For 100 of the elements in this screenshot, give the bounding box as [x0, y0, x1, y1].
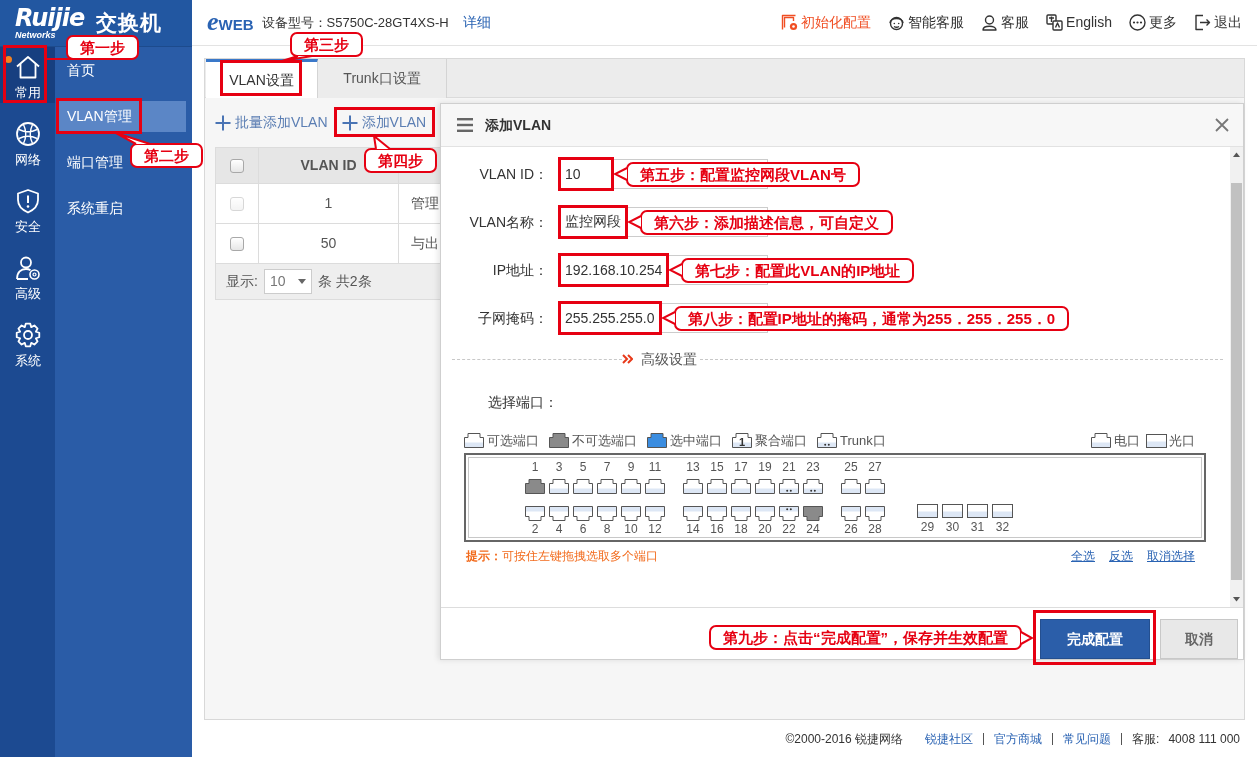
callout-pointer-icon [661, 311, 676, 325]
service-label: 客服: [1132, 730, 1160, 748]
plus-icon [215, 114, 231, 131]
fiber-port-icon[interactable] [992, 504, 1013, 518]
selection-link[interactable]: 全选 [1071, 547, 1095, 565]
menu-icon [457, 118, 473, 132]
ethernet-port-icon[interactable] [730, 478, 752, 495]
port-number: 30 [945, 520, 960, 534]
ethernet-port-icon[interactable] [572, 478, 594, 495]
port-number: 11 [648, 460, 662, 474]
ethernet-port-icon[interactable] [548, 505, 570, 522]
user-icon [981, 14, 999, 31]
port-number: 25 [844, 460, 858, 474]
port-number: 10 [624, 522, 638, 536]
ethernet-port-icon[interactable] [778, 505, 800, 522]
field-label: IP地址： [491, 260, 548, 280]
selection-link[interactable]: 取消选择 [1147, 547, 1195, 565]
table-cell-text: 1 [324, 195, 333, 211]
confirm-button[interactable]: 完成配置 [1040, 619, 1150, 659]
document-gear-icon [781, 14, 799, 31]
ethernet-port-icon[interactable] [754, 478, 776, 495]
tab[interactable]: Trunk口设置 [318, 59, 447, 98]
ethernet-port-icon[interactable] [596, 478, 618, 495]
legend-label: Trunk口 [840, 431, 886, 450]
header-link[interactable]: 更多 [1129, 12, 1177, 33]
ethernet-port-icon[interactable] [778, 478, 800, 495]
header-link[interactable]: 客服 [981, 12, 1030, 33]
ethernet-port-icon[interactable] [682, 505, 704, 522]
globe-icon [14, 121, 41, 147]
nav-item[interactable]: 系统重启 [58, 198, 123, 219]
ethernet-port-icon[interactable] [620, 478, 642, 495]
nav-rail-item[interactable]: 高级 [0, 248, 55, 304]
ethernet-port-icon[interactable] [644, 505, 666, 522]
table-cell-text: 管理 [411, 195, 439, 211]
legend-label: 电口 [1114, 431, 1140, 450]
nav-item[interactable]: VLAN管理 [58, 101, 186, 132]
scrollbar-thumb[interactable] [1231, 183, 1242, 580]
legend-label: 可选端口 [487, 431, 539, 450]
port-number: 12 [648, 522, 662, 536]
ethernet-port-icon[interactable] [682, 478, 704, 495]
ethernet-port-icon[interactable] [524, 505, 546, 522]
ethernet-port-icon[interactable] [644, 478, 666, 495]
selection-link[interactable]: 反选 [1109, 547, 1133, 565]
product-logo: eWEB [207, 8, 254, 37]
toolbar-button[interactable]: 批量添加VLAN [215, 112, 328, 133]
ethernet-port-icon[interactable] [802, 478, 824, 495]
ethernet-port-icon[interactable] [864, 505, 886, 522]
toolbar-button[interactable]: 添加VLAN [341, 112, 427, 133]
footer-link[interactable]: 常见问题 [1063, 729, 1112, 748]
checkbox[interactable] [230, 159, 244, 174]
highlight-frame [558, 205, 628, 239]
header-link[interactable]: 初始化配置 [781, 12, 872, 33]
table-cell-text: 50 [320, 235, 337, 251]
cancel-button[interactable]: 取消 [1160, 619, 1238, 659]
ethernet-port-icon[interactable] [706, 505, 728, 522]
header-link[interactable]: English [1046, 12, 1112, 33]
ethernet-port-icon[interactable] [730, 505, 752, 522]
fiber-port-icon[interactable] [942, 504, 963, 518]
legend-label: 聚合端口 [755, 431, 807, 450]
highlight-frame [3, 45, 47, 103]
ethernet-port-icon[interactable] [840, 505, 862, 522]
fiber-port-icon[interactable] [917, 504, 938, 518]
nav-rail-item[interactable]: 安全 [0, 181, 55, 237]
nav-rail-item[interactable]: 系统 [0, 315, 55, 371]
port-number: 29 [920, 520, 935, 534]
more-icon [1129, 14, 1146, 31]
ethernet-port-icon[interactable] [572, 505, 594, 522]
ethernet-port-icon[interactable] [754, 505, 776, 522]
nav-rail-item[interactable]: 网络 [0, 114, 55, 170]
user-gear-icon [14, 255, 41, 281]
ethernet-port-icon[interactable] [620, 505, 642, 522]
ethernet-port-icon[interactable] [706, 478, 728, 495]
callout: 第五步：配置监控网段VLAN号 [626, 161, 860, 187]
port-number: 16 [710, 522, 724, 536]
ethernet-port-icon[interactable] [596, 505, 618, 522]
page-size-select[interactable]: 10 [263, 269, 312, 294]
callout-pointer-icon [614, 167, 628, 181]
callout-pointer-icon [114, 132, 151, 145]
header-link[interactable]: 退出 [1194, 12, 1242, 33]
ethernet-port-icon[interactable] [864, 478, 886, 495]
close-icon[interactable] [1215, 118, 1229, 132]
checkbox[interactable] [230, 237, 244, 252]
double-chevron-icon [622, 354, 633, 364]
details-link[interactable]: 详细 [462, 12, 491, 33]
highlight-frame [558, 157, 614, 191]
port-number: 22 [782, 522, 796, 536]
port-number: 17 [734, 460, 748, 474]
model-number: S5750C-28GT4XS-H [326, 13, 449, 32]
nav-item[interactable]: 首页 [58, 60, 95, 81]
ethernet-port-icon[interactable] [840, 478, 862, 495]
legend-label: 不可选端口 [572, 431, 637, 450]
port-number: 13 [686, 460, 700, 474]
footer-link[interactable]: 官方商城 [994, 729, 1043, 748]
footer-link[interactable]: 锐捷社区 [925, 729, 974, 748]
callout-pointer-icon [372, 135, 391, 150]
header-link[interactable]: 智能客服 [888, 12, 965, 33]
nav-item[interactable]: 端口管理 [58, 152, 123, 173]
port-number: 7 [603, 460, 611, 474]
ethernet-port-icon[interactable] [548, 478, 570, 495]
fiber-port-icon[interactable] [967, 504, 988, 518]
